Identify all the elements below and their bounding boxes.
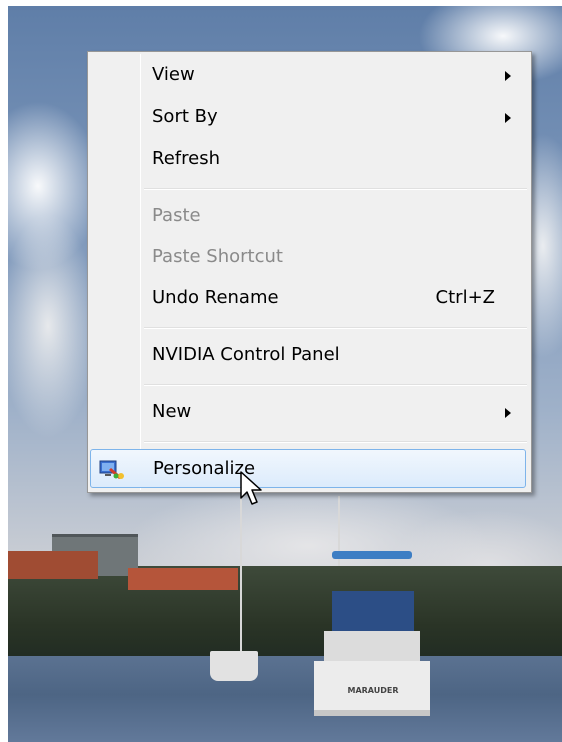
menu-separator	[144, 441, 527, 443]
menu-item-label: Paste Shortcut	[152, 246, 283, 267]
menu-separator	[144, 384, 527, 386]
menu-item-paste-shortcut[interactable]: Paste Shortcut	[90, 238, 529, 277]
menu-item-refresh[interactable]: Refresh	[90, 140, 529, 179]
menu-item-label: Paste	[152, 205, 201, 226]
menu-item-view[interactable]: View	[90, 56, 529, 95]
menu-item-label: Sort By	[152, 106, 218, 127]
arrow-cursor-icon	[240, 471, 262, 505]
boat-cabin	[332, 591, 414, 631]
menu-item-label: View	[152, 64, 195, 85]
submenu-arrow-icon	[505, 408, 511, 418]
wallpaper-mast	[240, 496, 242, 656]
boat-name: MARAUDER	[347, 686, 399, 695]
wallpaper-boat: MARAUDER	[310, 551, 432, 721]
menu-item-personalize[interactable]: Personalize	[90, 449, 526, 488]
wallpaper-small-boat	[210, 651, 258, 681]
wallpaper-water	[8, 656, 562, 742]
submenu-arrow-icon	[505, 113, 511, 123]
menu-item-shortcut: Ctrl+Z	[435, 287, 495, 308]
wallpaper-roof	[8, 551, 98, 579]
menu-item-label: NVIDIA Control Panel	[152, 344, 340, 365]
wallpaper-roof	[128, 568, 238, 590]
submenu-arrow-icon	[505, 71, 511, 81]
menu-item-label: New	[152, 401, 192, 422]
desktop-context-menu[interactable]: View Sort By Refresh Paste Paste Shortcu…	[87, 51, 532, 493]
menu-item-paste[interactable]: Paste	[90, 197, 529, 236]
boat-deck	[324, 631, 420, 663]
menu-item-sort-by[interactable]: Sort By	[90, 98, 529, 137]
menu-item-label: Refresh	[152, 148, 220, 169]
menu-separator	[144, 188, 527, 190]
menu-item-new[interactable]: New	[90, 393, 529, 432]
boat-canopy	[332, 551, 412, 559]
wallpaper-shoreline	[8, 566, 562, 666]
menu-item-nvidia-control-panel[interactable]: NVIDIA Control Panel	[90, 336, 529, 375]
personalize-icon	[99, 460, 124, 479]
menu-separator	[144, 327, 527, 329]
menu-item-label: Undo Rename	[152, 287, 279, 308]
menu-item-undo-rename[interactable]: Undo Rename Ctrl+Z	[90, 279, 529, 318]
